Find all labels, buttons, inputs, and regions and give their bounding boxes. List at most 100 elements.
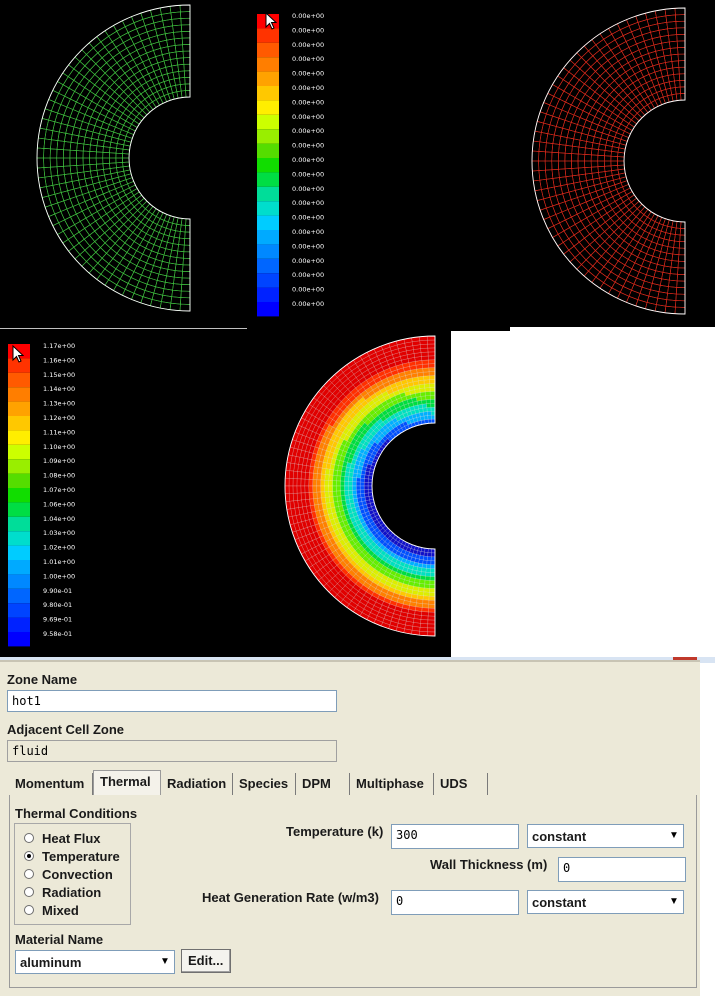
mesh-cell bbox=[676, 280, 686, 289]
mesh-cell bbox=[650, 283, 661, 293]
panel-gap bbox=[0, 319, 247, 331]
colorbar-tick-label: 1.13e+00 bbox=[43, 400, 75, 408]
temperature-method-select[interactable]: constant ▼ bbox=[527, 824, 684, 848]
colorbar-swatch bbox=[8, 588, 30, 604]
adjacent-cell-zone-field: fluid bbox=[7, 740, 337, 762]
mesh-cell bbox=[675, 221, 682, 229]
mesh-cell bbox=[430, 564, 436, 569]
material-name-select[interactable]: aluminum ▼ bbox=[15, 950, 175, 974]
mesh-cell bbox=[116, 247, 128, 259]
colorbar-swatch bbox=[257, 215, 279, 230]
radio-button-icon[interactable] bbox=[24, 887, 34, 897]
mesh-cell bbox=[675, 287, 686, 295]
mesh-cell bbox=[589, 122, 599, 132]
mesh-cell bbox=[586, 97, 597, 108]
mesh-cell bbox=[603, 155, 612, 162]
heat-generation-method-select[interactable]: constant ▼ bbox=[527, 890, 684, 914]
mesh-cell bbox=[597, 194, 608, 203]
mesh-cell bbox=[139, 238, 149, 249]
mesh-view-green[interactable] bbox=[0, 0, 247, 319]
mesh-cell bbox=[643, 238, 652, 249]
tab-thermal[interactable]: Thermal bbox=[93, 770, 161, 795]
mesh-cell bbox=[316, 473, 322, 481]
edit-material-button[interactable]: Edit... bbox=[181, 949, 231, 973]
mesh-cell bbox=[594, 110, 605, 120]
mesh-cell bbox=[87, 204, 98, 216]
radio-button-icon[interactable] bbox=[24, 905, 34, 915]
mesh-cell bbox=[352, 481, 357, 487]
mesh-cell bbox=[50, 166, 59, 177]
mesh-cell bbox=[538, 169, 547, 181]
chevron-down-icon[interactable]: ▼ bbox=[158, 953, 172, 971]
mesh-cell bbox=[62, 149, 71, 159]
mesh-cell bbox=[104, 218, 115, 229]
mesh-cell bbox=[356, 489, 361, 495]
colorbar-tick-label: 0.00e+00 bbox=[292, 12, 324, 20]
tab-radiation[interactable]: Radiation bbox=[161, 773, 233, 795]
mesh-cell bbox=[174, 263, 184, 272]
mesh-cell bbox=[132, 210, 142, 220]
mesh-cell bbox=[136, 221, 146, 231]
mesh-cell bbox=[429, 379, 436, 384]
mesh-cell bbox=[363, 489, 369, 494]
tab-dpm[interactable]: DPM bbox=[296, 773, 350, 795]
chevron-down-icon[interactable]: ▼ bbox=[667, 827, 681, 845]
heat-generation-input[interactable]: 0 bbox=[391, 890, 519, 915]
mesh-cell bbox=[430, 560, 436, 565]
mesh-cell bbox=[590, 60, 602, 72]
mesh-cell bbox=[427, 627, 436, 633]
contour-view[interactable] bbox=[247, 331, 451, 657]
mesh-cell bbox=[422, 595, 430, 601]
mesh-cell bbox=[177, 244, 185, 252]
mesh-cell bbox=[348, 494, 354, 500]
colorbar-swatch bbox=[8, 574, 30, 589]
mesh-cell bbox=[136, 61, 146, 72]
mesh-cell bbox=[115, 95, 125, 106]
radio-button-icon[interactable] bbox=[24, 869, 34, 879]
mesh-cell bbox=[571, 145, 580, 155]
mesh-cell bbox=[145, 64, 155, 75]
mesh-cell bbox=[328, 480, 333, 487]
mesh-cell bbox=[106, 209, 116, 220]
mesh-cell bbox=[106, 124, 116, 133]
radio-button-icon[interactable] bbox=[24, 833, 34, 843]
mesh-cell bbox=[426, 407, 432, 412]
mesh-cell bbox=[119, 72, 130, 83]
zone-name-input[interactable]: hot1 bbox=[7, 690, 337, 712]
mesh-cell bbox=[108, 105, 118, 115]
mesh-cell bbox=[604, 226, 615, 238]
mesh-cell bbox=[604, 150, 612, 157]
mouse-cursor-icon bbox=[265, 12, 277, 30]
mesh-cell bbox=[84, 107, 95, 118]
mesh-cell bbox=[181, 37, 191, 45]
mesh-cell bbox=[151, 292, 164, 302]
colorbar-swatch bbox=[257, 158, 279, 173]
radio-button-selected-icon[interactable] bbox=[24, 851, 34, 861]
mesh-cell bbox=[91, 211, 102, 222]
temperature-input[interactable]: 300 bbox=[391, 824, 519, 849]
mesh-cell bbox=[102, 101, 113, 112]
mesh-cell bbox=[618, 222, 628, 232]
mesh-cell bbox=[115, 210, 125, 221]
mesh-cell bbox=[599, 240, 611, 252]
tab-species[interactable]: Species bbox=[233, 773, 296, 795]
mesh-cell bbox=[143, 43, 154, 54]
mesh-cell bbox=[82, 157, 91, 166]
wall-thickness-input[interactable]: 0 bbox=[558, 857, 686, 882]
mesh-cell bbox=[96, 145, 104, 153]
mesh-cell bbox=[627, 229, 637, 240]
chevron-down-icon[interactable]: ▼ bbox=[667, 893, 681, 911]
tab-momentum[interactable]: Momentum bbox=[9, 773, 93, 795]
mesh-cell bbox=[605, 245, 617, 257]
tab-uds[interactable]: UDS bbox=[434, 773, 488, 795]
mesh-cell bbox=[96, 207, 107, 218]
mesh-view-red[interactable] bbox=[510, 0, 715, 327]
mesh-cell bbox=[617, 255, 629, 266]
mesh-cell bbox=[669, 47, 679, 56]
mesh-cell bbox=[148, 56, 159, 66]
tab-multiphase[interactable]: Multiphase bbox=[350, 773, 434, 795]
colorbar-tick-label: 1.06e+00 bbox=[43, 500, 75, 508]
mesh-cell bbox=[595, 95, 606, 106]
mesh-cell bbox=[119, 233, 130, 244]
mesh-cell bbox=[424, 387, 431, 393]
